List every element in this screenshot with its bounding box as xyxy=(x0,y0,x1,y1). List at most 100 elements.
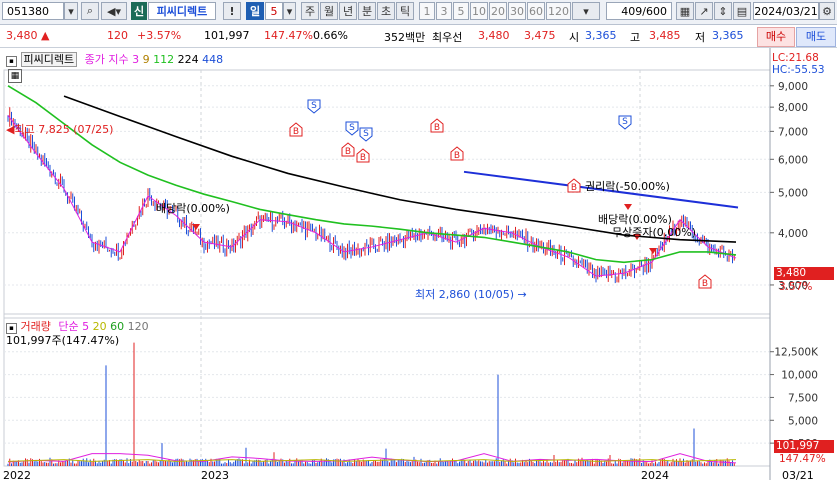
price-change: 120 xyxy=(107,29,128,42)
interval-3-button[interactable]: 3 xyxy=(436,2,452,20)
dividend-note-2022: 배당락(0.00%) xyxy=(156,202,230,215)
b-marker-letter: B xyxy=(454,151,460,161)
bonus-issue-note: 무상증자(0.00%) xyxy=(612,226,697,239)
current-pct-tag: 3.57% xyxy=(779,281,813,293)
low-label: 저 xyxy=(695,31,706,44)
gridlines xyxy=(3,69,771,467)
period-minute-tab[interactable]: 분 xyxy=(358,2,376,20)
price-legend-label: 종가 지수 xyxy=(84,53,129,66)
ma-period-9: 9 xyxy=(142,53,150,66)
ma-period-3: 3 xyxy=(132,53,140,66)
s-marker-letter: S xyxy=(622,117,628,127)
price-panel-header: ▪ 피씨디렉트 종가 지수 3 9 112 224 448 xyxy=(6,51,223,67)
stock-name-text: 피씨디렉트 xyxy=(156,5,208,18)
ma-period-112: 112 xyxy=(153,53,175,66)
panel-menu-icon[interactable]: ▪ xyxy=(6,56,17,67)
search-icon[interactable]: ⌕ xyxy=(81,2,99,20)
x-label-2023: 2023 xyxy=(201,469,229,482)
period-count-field[interactable]: 5 xyxy=(265,2,283,20)
rights-note: 권리락(-50.00%) xyxy=(585,180,670,193)
s-marker-letter: S xyxy=(311,101,317,111)
interval-30-button[interactable]: 30 xyxy=(508,2,526,20)
buy-button[interactable]: 매수 xyxy=(757,27,795,47)
period-month-tab[interactable]: 월 xyxy=(320,2,338,20)
y-axes: 3,0004,0005,0006,0007,0008,0009,0002,500… xyxy=(769,48,819,480)
ma-period-448: 448 xyxy=(202,53,224,66)
calendar-icon[interactable]: ▤ xyxy=(733,2,751,20)
period-second-tab[interactable]: 초 xyxy=(377,2,395,20)
period-day-tab[interactable]: 일 xyxy=(246,2,264,20)
b-marker-letter: B xyxy=(345,147,351,157)
s-marker-letter: S xyxy=(349,123,355,133)
grid-icon[interactable]: ▦ xyxy=(676,2,694,20)
high-price: 3,485 xyxy=(649,29,681,42)
quote-bar: 3,480 ▲ 120 +3.57% 101,997 147.47% 0.66%… xyxy=(0,25,837,48)
high-label: 고 xyxy=(630,31,641,44)
draw-tools-icon[interactable]: ↗ xyxy=(695,2,713,20)
turnover-rate: 0.66% xyxy=(313,29,348,42)
volume-ratio: 147.47% xyxy=(264,29,313,42)
ma-period-224: 224 xyxy=(177,53,199,66)
toolbar: 051380 ▾ ⌕ ◀▾ 신 피씨디렉트 ! 일 5 ▾ 주 월 년 분 초 … xyxy=(0,0,837,25)
best-ask: 3,480 xyxy=(478,29,510,42)
period-tick-tab[interactable]: 틱 xyxy=(396,2,414,20)
b-marker-letter: B xyxy=(571,183,577,193)
code-dropdown-button[interactable]: ▾ xyxy=(64,2,78,20)
s-marker-letter: S xyxy=(363,129,369,139)
period-count-dropdown[interactable]: ▾ xyxy=(283,2,296,20)
interval-120-button[interactable]: 120 xyxy=(546,2,571,20)
volume-bars xyxy=(7,342,737,466)
b-marker-letter: B xyxy=(293,127,299,137)
price-panel-title: 피씨디렉트 xyxy=(20,52,78,67)
stock-name-field[interactable]: 피씨디렉트 xyxy=(148,2,216,20)
interval-5-button[interactable]: 5 xyxy=(453,2,469,20)
price-tick-label: 5,000 xyxy=(778,187,808,199)
stock-code-text: 051380 xyxy=(7,4,49,18)
b-marker-letter: B xyxy=(434,123,440,133)
volume-tick-label: 5,000 xyxy=(788,415,818,427)
low-price: 3,365 xyxy=(712,29,744,42)
panel-grid-icon[interactable]: ▦ xyxy=(8,69,22,83)
hc-indicator: HC:-55.53 xyxy=(772,64,825,76)
b-marker-letter: B xyxy=(702,279,708,289)
best-quote-label: 최우선 xyxy=(432,31,463,44)
date-field[interactable]: 2024/03/21 xyxy=(753,2,819,20)
volume-value: 101,997 xyxy=(204,29,250,42)
current-price: 3,480 ▲ xyxy=(6,29,50,42)
sell-button[interactable]: 매도 xyxy=(796,27,836,47)
volume-ratio-tag: 147.47% xyxy=(779,453,826,465)
open-label: 시 xyxy=(569,31,580,44)
series-line-종가 xyxy=(7,114,737,277)
volume-tag: 101,997 xyxy=(774,440,834,453)
volume-tick-label: 10,000 xyxy=(781,370,818,382)
volume-tick-label: 12,500K xyxy=(774,347,819,359)
stock-code-input[interactable]: 051380 xyxy=(2,2,64,20)
event-arrow xyxy=(624,204,632,210)
lc-indicator: LC:21.68 xyxy=(772,52,819,64)
period-year-tab[interactable]: 년 xyxy=(339,2,357,20)
volume-tick-label: 7,500 xyxy=(788,392,818,404)
count-field[interactable]: 409/600 xyxy=(606,2,672,20)
period-week-tab[interactable]: 주 xyxy=(301,2,319,20)
interval-dropdown[interactable]: ▾ xyxy=(572,2,600,20)
low-price-note: 최저 2,860 (10/05) → xyxy=(415,288,527,301)
settings-icon[interactable]: ⚙ xyxy=(819,2,835,20)
high-price-note: ◀최고 7,825 (07/25) xyxy=(6,123,114,136)
chart-area[interactable]: SSSSBBBBBBB 3,000 4,000 5,000 6,000 7,000 8,0… xyxy=(0,48,837,483)
interval-60-button[interactable]: 60 xyxy=(527,2,545,20)
price-tick-label: 4,000 xyxy=(778,228,808,240)
chart-tools-icon[interactable]: ⇕ xyxy=(714,2,732,20)
current-volume-text: 101,997주(147.47%) xyxy=(6,334,120,347)
interval-1-button[interactable]: 1 xyxy=(419,2,435,20)
price-tick-label: 6,000 xyxy=(778,154,808,166)
speaker-icon[interactable]: ◀▾ xyxy=(101,2,127,20)
interval-20-button[interactable]: 20 xyxy=(489,2,507,20)
best-bid: 3,475 xyxy=(524,29,556,42)
price-change-pct: +3.57% xyxy=(137,29,182,42)
shin-badge[interactable]: 신 xyxy=(131,2,147,20)
chart-svg: SSSSBBBBBBB 3,0004,0005,0006,0007,0008,0… xyxy=(3,48,819,480)
x-label-2022: 2022 xyxy=(3,469,31,482)
current-price-tag: 3,480 xyxy=(774,267,834,280)
alert-button[interactable]: ! xyxy=(223,2,241,20)
interval-10-button[interactable]: 10 xyxy=(470,2,488,20)
